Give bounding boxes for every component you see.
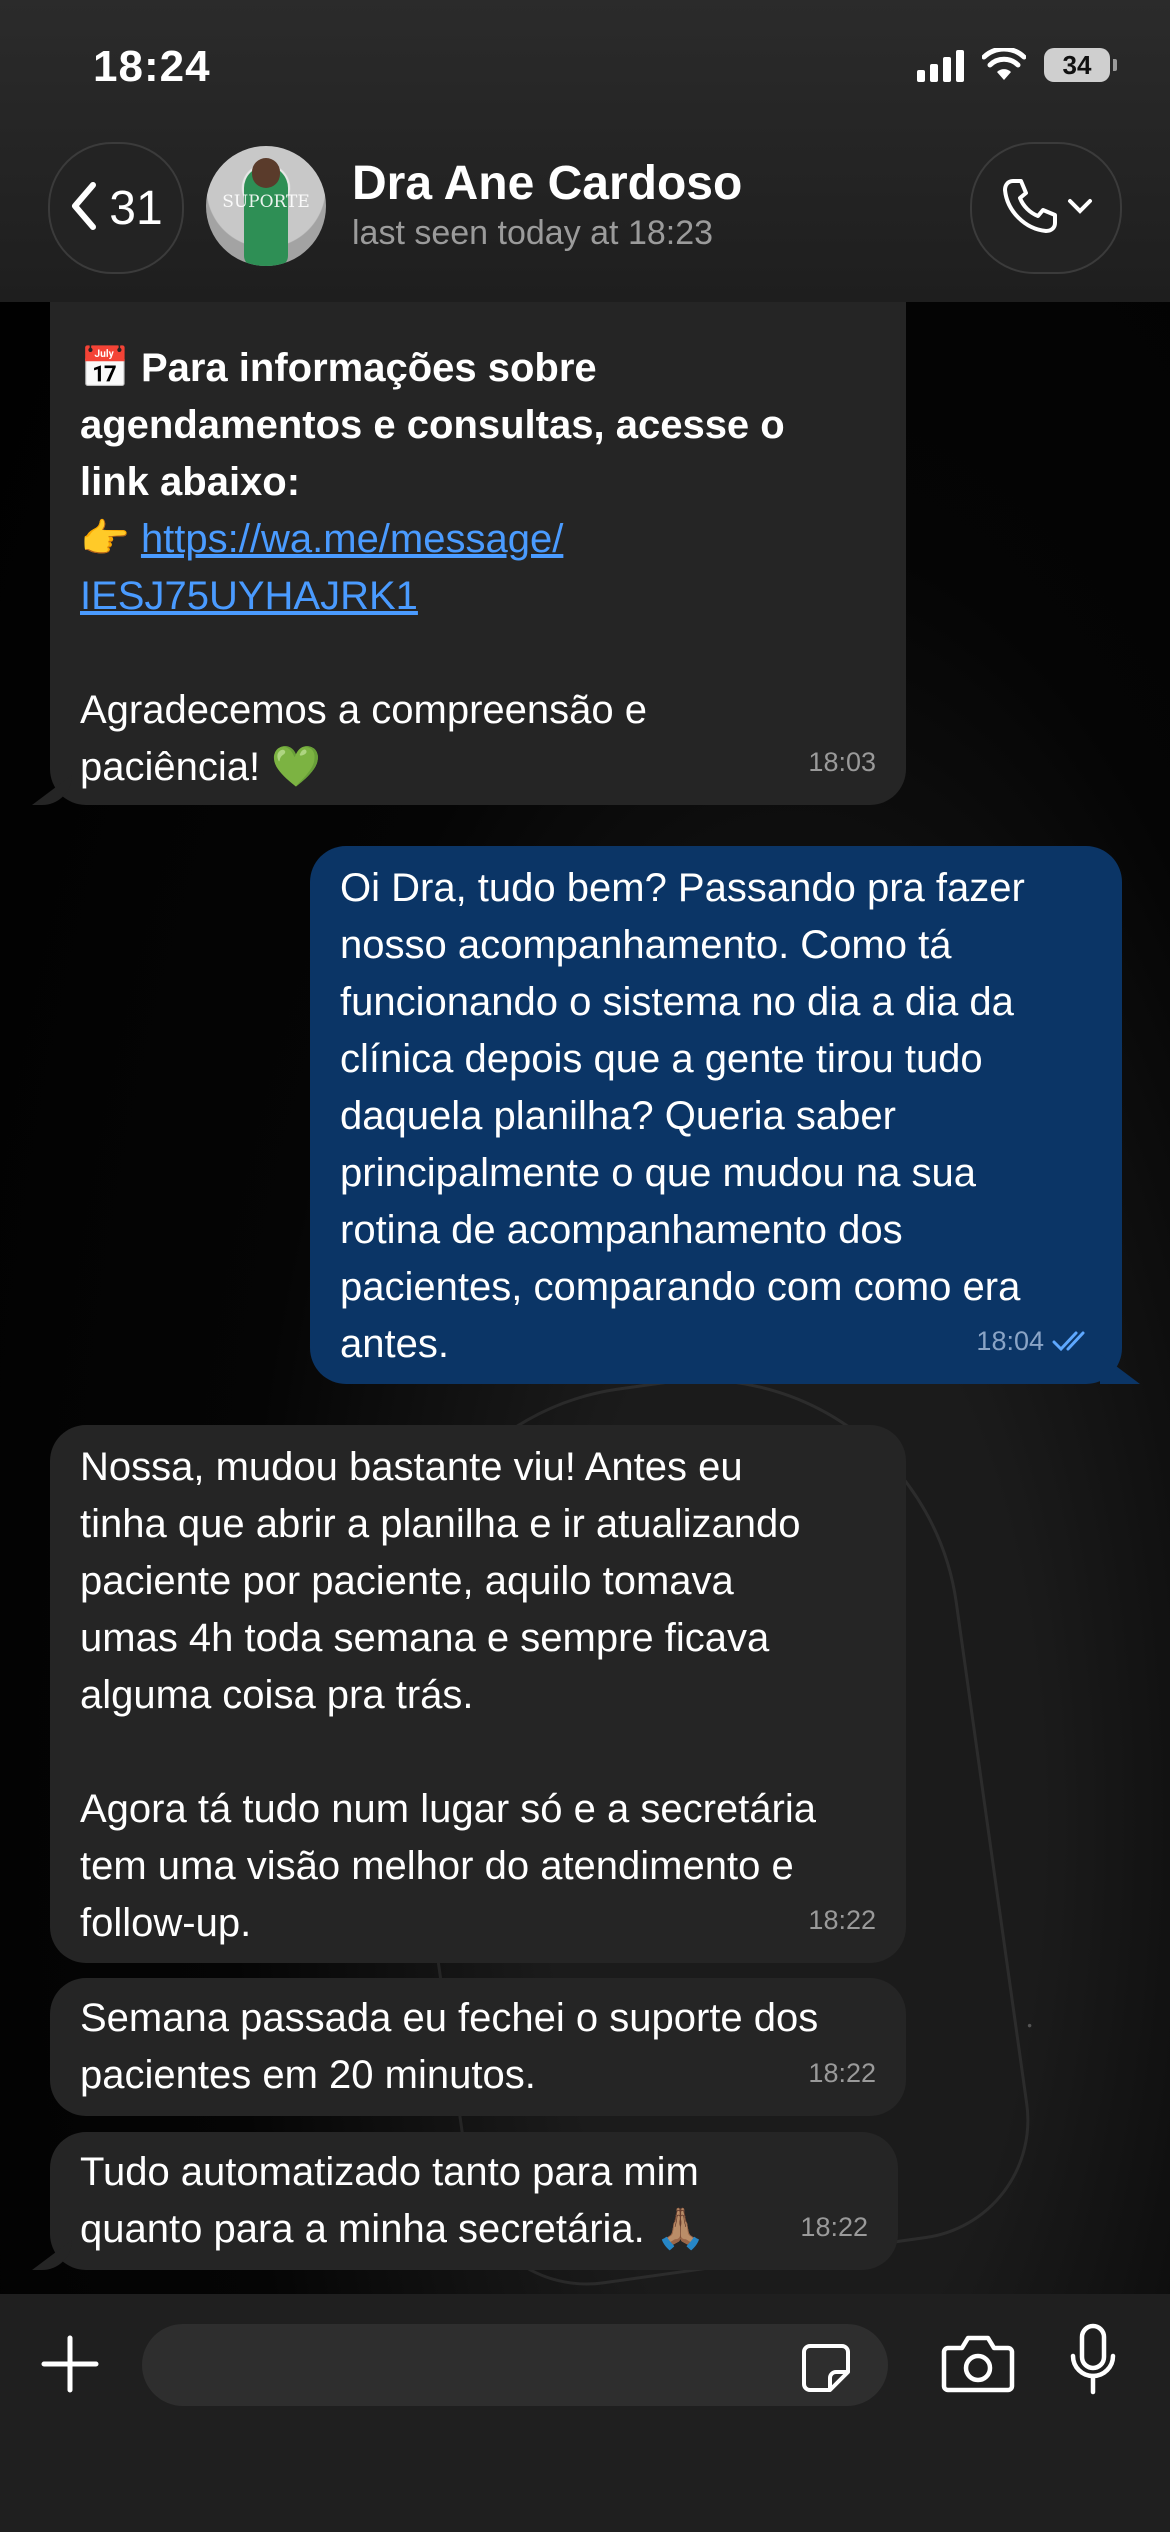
message-text: Semana passada eu fechei o suporte dos bbox=[80, 1996, 819, 2040]
message-text bbox=[80, 1724, 816, 1781]
message-incoming[interactable]: Nossa, mudou bastante viu! Antes eu tinh… bbox=[50, 1425, 906, 1963]
message-outgoing[interactable]: Oi Dra, tudo bem? Passando pra fazer nos… bbox=[310, 846, 1122, 1384]
message-text: funcionando o sistema no dia a dia da bbox=[340, 980, 1014, 1024]
chat-header: 18:24 34 31 SUPORTE Dra Ane Cardoso last… bbox=[0, 0, 1170, 302]
message-text: link abaixo: bbox=[80, 460, 301, 504]
status-time: 18:24 bbox=[93, 42, 211, 91]
message-text: nosso acompanhamento. Como tá bbox=[340, 923, 952, 967]
message-text: Agora tá tudo num lugar só e a secretári… bbox=[80, 1787, 816, 1831]
message-text: Oi Dra, tudo bem? Passando pra fazer bbox=[340, 866, 1025, 910]
message-text: Para informações sobre bbox=[140, 346, 597, 390]
sticker-icon[interactable] bbox=[800, 2342, 852, 2399]
chevron-left-icon bbox=[69, 181, 99, 236]
chevron-down-icon bbox=[1067, 197, 1093, 220]
message-text: daquela planilha? Queria saber bbox=[340, 1094, 896, 1138]
message-time: 18:22 bbox=[800, 2212, 868, 2242]
avatar[interactable]: SUPORTE bbox=[206, 146, 326, 266]
battery-icon: 34 bbox=[1044, 48, 1117, 82]
status-icons: 34 bbox=[917, 48, 1117, 82]
message-text: tinha que abrir a planilha e ir atualiza… bbox=[80, 1502, 801, 1546]
message-text: paciência! bbox=[80, 745, 261, 789]
message-incoming[interactable]: Semana passada eu fechei o suporte dos p… bbox=[50, 1978, 906, 2116]
message-text: Tudo automatizado tanto para mim bbox=[80, 2150, 699, 2194]
pointing-hand-icon: 👉 bbox=[80, 517, 130, 561]
message-text: principalmente o que mudou na sua bbox=[340, 1151, 976, 1195]
message-text: quanto para a minha secretária. bbox=[80, 2207, 645, 2251]
signal-icon bbox=[917, 48, 964, 82]
message-text: pacientes, comparando com como era bbox=[340, 1265, 1021, 1309]
message-text: follow-up. bbox=[80, 1901, 252, 1945]
message-incoming[interactable]: 📅 Para informações sobre agendamentos e … bbox=[50, 270, 906, 805]
double-check-icon bbox=[1052, 1311, 1092, 1368]
message-link[interactable]: https://wa.me/message/ bbox=[141, 517, 563, 561]
microphone-icon[interactable] bbox=[1068, 2322, 1118, 2403]
message-text: clínica depois que a gente tirou tudo bbox=[340, 1037, 983, 1081]
call-button[interactable] bbox=[970, 142, 1122, 274]
phone-icon bbox=[999, 175, 1061, 242]
calendar-icon: 📅 bbox=[80, 346, 130, 390]
message-text: Nossa, mudou bastante viu! Antes eu bbox=[80, 1445, 743, 1489]
last-seen-status: last seen today at 18:23 bbox=[352, 214, 714, 252]
message-incoming[interactable]: Tudo automatizado tanto para mim quanto … bbox=[50, 2132, 898, 2270]
message-text: alguma coisa pra trás. bbox=[80, 1673, 474, 1717]
green-heart-icon: 💚 bbox=[271, 745, 322, 789]
message-text: tem uma visão melhor do atendimento e bbox=[80, 1844, 794, 1888]
message-time: 18:03 bbox=[808, 747, 876, 777]
praying-hands-icon: 🙏🏽 bbox=[655, 2207, 706, 2251]
message-text: paciente por paciente, aquilo tomava bbox=[80, 1559, 734, 1603]
contact-name[interactable]: Dra Ane Cardoso bbox=[352, 156, 742, 211]
message-link[interactable]: IESJ75UYHAJRK1 bbox=[80, 568, 418, 625]
avatar-text: SUPORTE bbox=[222, 192, 310, 212]
message-time: 18:04 bbox=[976, 1326, 1044, 1356]
message-text: pacientes em 20 minutos. bbox=[80, 2053, 536, 2097]
camera-icon[interactable] bbox=[940, 2332, 1016, 2399]
message-text: antes. bbox=[340, 1322, 449, 1366]
message-time: 18:22 bbox=[808, 1905, 876, 1935]
unread-count: 31 bbox=[109, 181, 163, 235]
wifi-icon bbox=[982, 48, 1026, 82]
message-text: Agradecemos a compreensão e bbox=[80, 688, 647, 732]
message-text: rotina de acompanhamento dos bbox=[340, 1208, 903, 1252]
message-composer bbox=[0, 2294, 1170, 2532]
message-text: umas 4h toda semana e sempre ficava bbox=[80, 1616, 770, 1660]
message-text: agendamentos e consultas, acesse o bbox=[80, 403, 785, 447]
message-time: 18:22 bbox=[808, 2058, 876, 2088]
plus-icon[interactable] bbox=[40, 2334, 100, 2399]
back-button[interactable]: 31 bbox=[48, 142, 184, 274]
message-input[interactable] bbox=[142, 2324, 888, 2406]
